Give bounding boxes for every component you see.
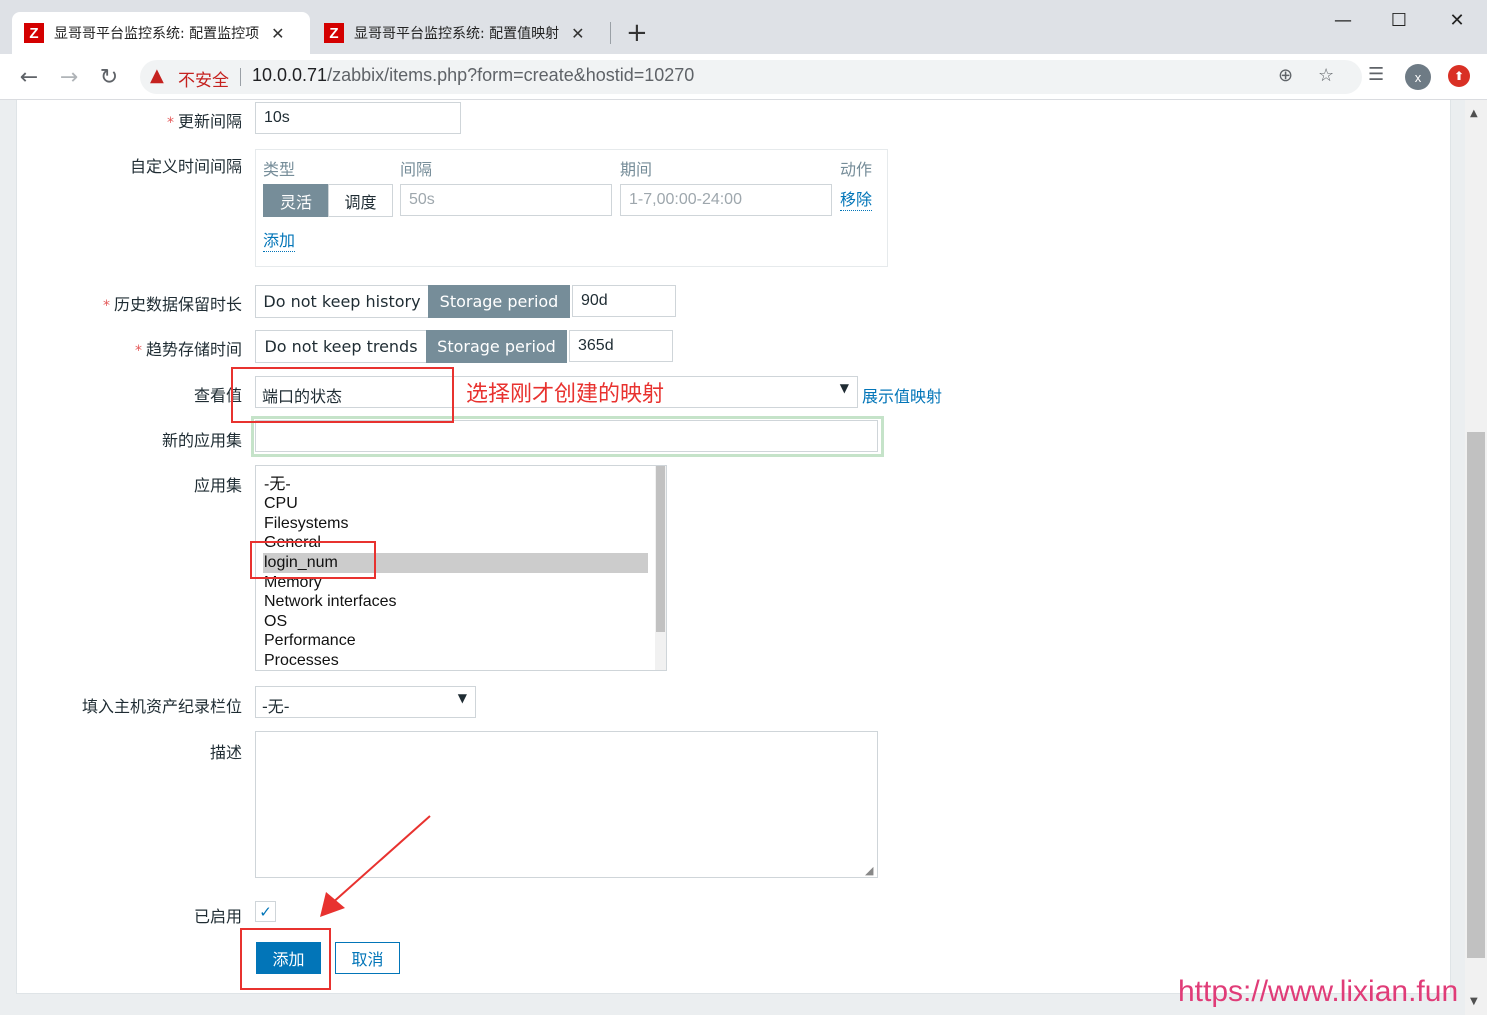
back-icon[interactable]: ← xyxy=(14,62,44,92)
col-type-header: 类型 xyxy=(263,160,296,179)
history-do-not-keep-button[interactable]: Do not keep history xyxy=(255,285,429,318)
forward-icon[interactable]: → xyxy=(54,62,84,92)
annotation-arrow-icon xyxy=(320,815,431,917)
url-path: /zabbix/items.php?form=create&hostid=102… xyxy=(327,65,695,85)
reading-list-icon[interactable]: ☰ xyxy=(1368,64,1384,85)
tab-items-config[interactable]: Z 显哥哥平台监控系统: 配置监控项 ✕ xyxy=(12,12,310,54)
annotation-box-value-map xyxy=(231,367,454,423)
update-interval-input[interactable]: 10s xyxy=(255,102,461,134)
update-interval-label: * 更新间隔 xyxy=(166,112,242,131)
minimize-icon[interactable]: — xyxy=(1320,6,1366,34)
address-separator xyxy=(240,68,241,86)
tab-strip: Z 显哥哥平台监控系统: 配置监控项 ✕ Z 显哥哥平台监控系统: 配置值映射 … xyxy=(0,0,1487,54)
annotation-note: 选择刚才创建的映射 xyxy=(466,382,665,407)
reload-icon[interactable]: ↻ xyxy=(94,62,124,92)
tab-title: 显哥哥平台监控系统: 配置值映射 xyxy=(354,26,560,42)
address-bar[interactable]: ▲ 不安全 10.0.0.71/zabbix/items.php?form=cr… xyxy=(140,60,1362,94)
history-storage-period-button[interactable]: Storage period xyxy=(428,285,570,318)
update-icon[interactable]: ⬆ xyxy=(1448,65,1470,87)
inventory-selected: -无- xyxy=(262,697,290,716)
tab-value-mapping[interactable]: Z 显哥哥平台监控系统: 配置值映射 ✕ xyxy=(312,12,608,54)
chevron-down-icon: ▼ xyxy=(457,691,467,705)
trends-do-not-keep-button[interactable]: Do not keep trends xyxy=(255,330,427,363)
star-icon[interactable]: ☆ xyxy=(1318,65,1334,86)
list-item[interactable]: Network interfaces xyxy=(263,592,648,612)
watermark: https://www.lixian.fun xyxy=(1178,975,1459,1008)
annotation-box-add-button xyxy=(240,928,331,990)
close-icon[interactable]: ✕ xyxy=(571,24,584,43)
list-item[interactable]: -无- xyxy=(263,475,648,495)
enabled-label: 已启用 xyxy=(193,907,242,926)
scroll-down-icon[interactable]: ▼ xyxy=(1470,996,1478,1007)
history-period-input[interactable]: 90d xyxy=(572,285,676,317)
browser-toolbar: ← → ↻ ▲ 不安全 10.0.0.71/zabbix/items.php?f… xyxy=(0,54,1487,100)
trends-label: * 趋势存储时间 xyxy=(134,340,242,359)
trends-storage-period-button[interactable]: Storage period xyxy=(426,330,567,363)
list-item[interactable]: OS xyxy=(263,612,648,632)
list-item[interactable]: CPU xyxy=(263,494,648,514)
remove-interval-link[interactable]: 移除 xyxy=(840,190,873,211)
zabbix-favicon-icon: Z xyxy=(24,23,44,43)
window-close-icon[interactable]: ✕ xyxy=(1434,6,1480,34)
warning-icon: ▲ xyxy=(150,65,164,86)
applications-label: 应用集 xyxy=(193,476,242,495)
url-host: 10.0.0.71 xyxy=(252,65,328,85)
page-scroll-thumb[interactable] xyxy=(1467,432,1485,958)
url-text[interactable]: 10.0.0.71/zabbix/items.php?form=create&h… xyxy=(252,65,694,86)
maximize-icon[interactable]: ☐ xyxy=(1376,6,1422,34)
col-period-header: 期间 xyxy=(620,160,653,179)
chevron-down-icon: ▼ xyxy=(839,381,849,395)
list-item[interactable]: Processes xyxy=(263,651,648,670)
new-tab-icon[interactable]: + xyxy=(626,20,648,46)
type-scheduling-button[interactable]: 调度 xyxy=(328,184,393,217)
list-item[interactable]: Performance xyxy=(263,631,648,651)
trends-period-input[interactable]: 365d xyxy=(569,330,673,362)
inventory-label: 填入主机资产纪录栏位 xyxy=(81,697,242,716)
description-label: 描述 xyxy=(209,743,242,762)
history-label: * 历史数据保留时长 xyxy=(102,295,242,314)
cancel-button[interactable]: 取消 xyxy=(335,942,400,974)
listbox-scroll-thumb[interactable] xyxy=(656,466,665,632)
checkmark-icon: ✓ xyxy=(259,902,272,921)
zoom-icon[interactable]: ⊕ xyxy=(1278,65,1293,86)
custom-intervals-label: 自定义时间间隔 xyxy=(129,157,242,176)
close-icon[interactable]: ✕ xyxy=(271,24,284,43)
tab-separator xyxy=(610,22,611,44)
flex-period-input[interactable]: 1-7,00:00-24:00 xyxy=(620,184,832,216)
new-application-label: 新的应用集 xyxy=(161,431,242,450)
enabled-checkbox[interactable]: ✓ xyxy=(255,901,276,922)
resize-grip-icon[interactable]: ◢ xyxy=(865,864,873,877)
add-interval-link[interactable]: 添加 xyxy=(263,231,296,252)
flex-interval-input[interactable]: 50s xyxy=(400,184,612,216)
col-action-header: 动作 xyxy=(840,160,873,179)
avatar[interactable]: x xyxy=(1405,64,1431,90)
list-item[interactable]: Filesystems xyxy=(263,514,648,534)
zabbix-favicon-icon: Z xyxy=(324,23,344,43)
type-flexible-button[interactable]: 灵活 xyxy=(263,184,329,217)
security-label[interactable]: 不安全 xyxy=(178,66,229,91)
tab-title: 显哥哥平台监控系统: 配置监控项 xyxy=(54,26,260,42)
new-application-input[interactable] xyxy=(255,420,878,452)
show-value-mappings-link[interactable]: 展示值映射 xyxy=(862,383,942,407)
col-interval-header: 间隔 xyxy=(400,160,433,179)
scroll-up-icon[interactable]: ▲ xyxy=(1470,108,1478,119)
annotation-box-login-num xyxy=(250,541,376,579)
inventory-select[interactable]: -无- ▼ xyxy=(255,686,476,718)
